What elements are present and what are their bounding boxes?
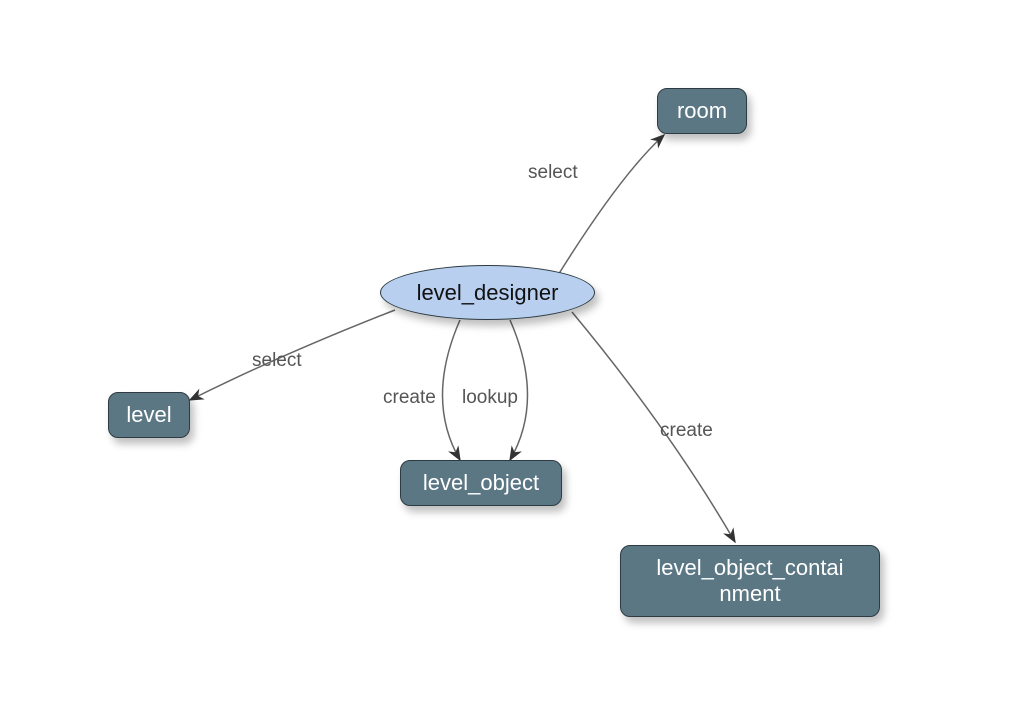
node-level-object-containment[interactable]: level_object_contai nment <box>620 545 880 617</box>
node-level-designer[interactable]: level_designer <box>380 265 595 320</box>
edge-label-create-levelobject: create <box>383 387 436 409</box>
node-label: room <box>677 98 727 124</box>
edge-label-create-containment: create <box>660 420 713 442</box>
edge-label-select-room: select <box>528 162 578 184</box>
node-room[interactable]: room <box>657 88 747 134</box>
edge-designer-levelobject-create <box>443 320 461 460</box>
diagram-canvas: level_designer room level level_object l… <box>0 0 1024 724</box>
node-label: level_object_contai nment <box>656 555 843 608</box>
node-level-object[interactable]: level_object <box>400 460 562 506</box>
node-label: level_object <box>423 470 539 496</box>
edge-designer-room <box>555 135 664 280</box>
node-label: level_designer <box>417 280 559 306</box>
edge-label-select-level: select <box>252 350 302 372</box>
node-level[interactable]: level <box>108 392 190 438</box>
edge-label-lookup-levelobject: lookup <box>462 387 518 409</box>
node-label: level <box>126 402 171 428</box>
